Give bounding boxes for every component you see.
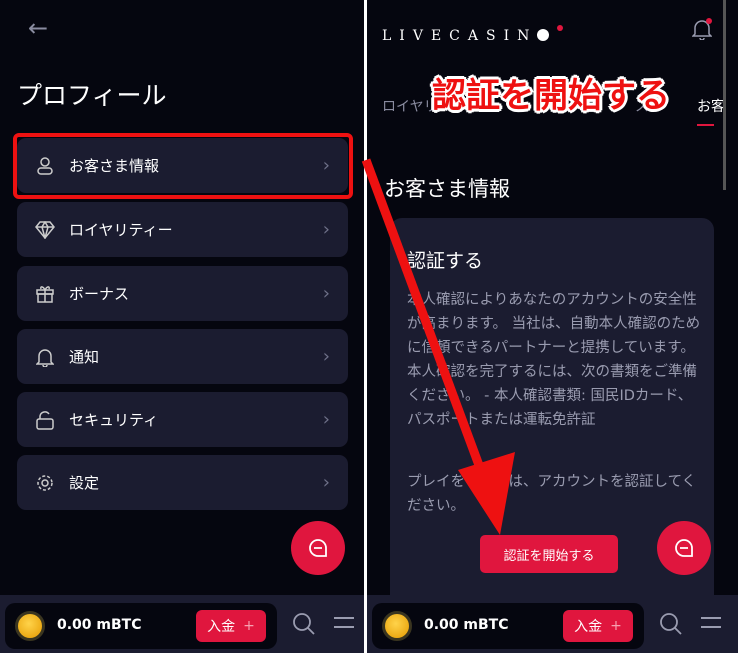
annotation-label: 認証を開始する (432, 76, 670, 116)
